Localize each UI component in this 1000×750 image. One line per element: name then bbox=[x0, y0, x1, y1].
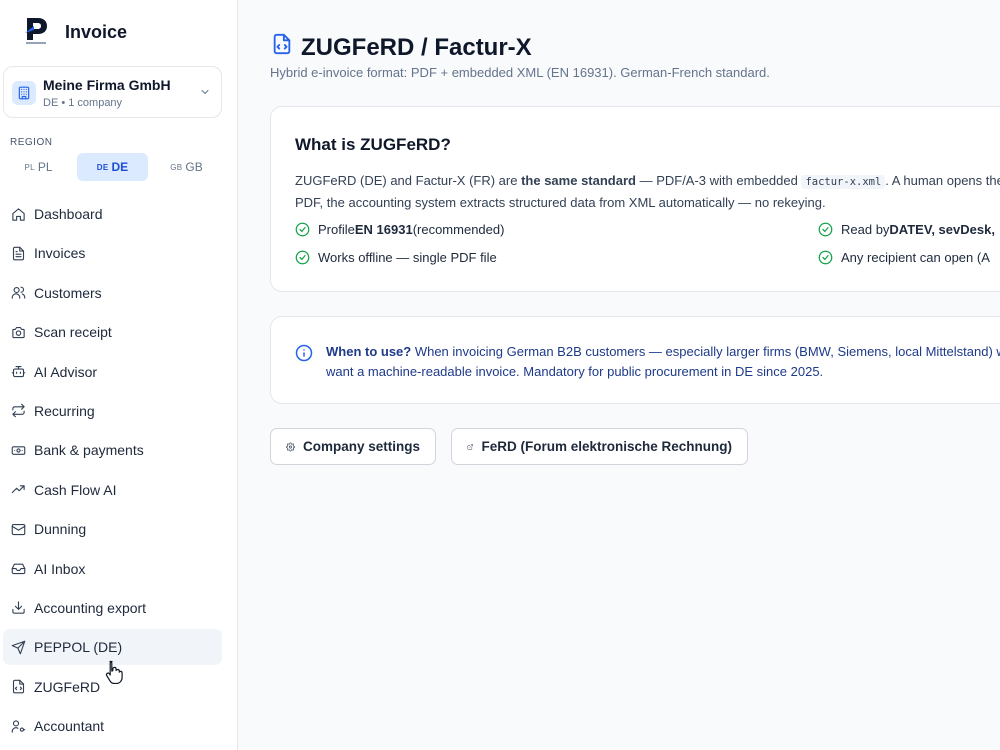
mail-icon bbox=[10, 521, 26, 537]
sidebar-item-label: Accountant bbox=[34, 718, 105, 735]
region-option-pl[interactable]: PL PL bbox=[3, 153, 74, 181]
sidebar-item-label: Dashboard bbox=[34, 206, 103, 222]
pointer-hand-cursor-icon bbox=[105, 660, 123, 684]
when-to-use-callout: When to use? When invoicing German B2B c… bbox=[270, 316, 1000, 404]
company-meta: DE • 1 company bbox=[43, 97, 123, 109]
sidebar-item-accountant[interactable]: Accountant bbox=[3, 708, 222, 744]
feature-item: Read by DATEV, sevDesk, bbox=[818, 222, 995, 237]
check-circle-icon bbox=[295, 222, 310, 237]
main-content: ZUGFeRD / Factur-X Hybrid e-invoice form… bbox=[238, 0, 1000, 750]
inbox-icon bbox=[10, 561, 26, 577]
ferd-external-link-button[interactable]: FeRD (Forum elektronische Rechnung) bbox=[451, 428, 748, 465]
sidebar-item-customers[interactable]: Customers bbox=[3, 275, 222, 311]
bot-icon bbox=[10, 364, 26, 380]
download-icon bbox=[10, 600, 26, 616]
sidebar-item-label: Invoices bbox=[34, 245, 86, 262]
sidebar-item-dashboard[interactable]: Dashboard bbox=[3, 196, 222, 232]
what-is-card: What is ZUGFeRD? ZUGFeRD (DE) and Factur… bbox=[270, 106, 1000, 292]
sidebar-item-label: Recurring bbox=[34, 402, 95, 419]
card-description: ZUGFeRD (DE) and Factur-X (FR) are the s… bbox=[295, 173, 1000, 210]
sidebar-item-ai-advisor[interactable]: AI Advisor bbox=[3, 354, 222, 390]
sidebar-item-label: AI Inbox bbox=[34, 560, 86, 577]
sidebar-item-label: Accounting export bbox=[34, 599, 147, 616]
info-icon bbox=[295, 344, 313, 362]
file-code-icon bbox=[10, 679, 26, 695]
send-icon bbox=[10, 639, 26, 655]
repeat-icon bbox=[10, 403, 26, 419]
sidebar-item-label: PEPPOL (DE) bbox=[34, 639, 123, 656]
camera-icon bbox=[10, 324, 26, 340]
inline-code: factur-x.xml bbox=[801, 175, 886, 189]
callout-text: When to use? When invoicing German B2B c… bbox=[326, 344, 1000, 379]
region-option-gb[interactable]: GB GB bbox=[151, 153, 222, 181]
check-circle-icon bbox=[818, 222, 833, 237]
sidebar-item-label: ZUGFeRD bbox=[34, 678, 101, 695]
region-switcher: PL PL DE DE GB GB bbox=[3, 153, 222, 181]
sidebar-item-label: AI Advisor bbox=[34, 363, 98, 380]
gear-icon bbox=[286, 442, 295, 451]
company-switcher[interactable]: Meine Firma GmbH DE • 1 company bbox=[3, 66, 222, 118]
check-circle-icon bbox=[818, 250, 833, 265]
external-link-icon bbox=[467, 443, 473, 450]
sidebar-item-label: Customers bbox=[34, 284, 102, 301]
app-title: Invoice bbox=[65, 22, 128, 42]
sidebar-item-accounting-export[interactable]: Accounting export bbox=[3, 590, 222, 626]
banknote-icon bbox=[10, 442, 26, 458]
home-icon bbox=[10, 206, 26, 222]
sidebar-item-bank-payments[interactable]: Bank & payments bbox=[3, 432, 222, 468]
chevron-down-icon bbox=[201, 90, 209, 94]
check-circle-icon bbox=[295, 250, 310, 265]
sidebar-item-label: Bank & payments bbox=[34, 442, 144, 459]
feature-item: Any recipient can open (A bbox=[818, 250, 990, 265]
building-icon bbox=[12, 81, 36, 105]
brand[interactable]: Invoice bbox=[22, 16, 127, 46]
feature-item: Works offline — single PDF file bbox=[295, 250, 497, 265]
sidebar-item-recurring[interactable]: Recurring bbox=[3, 393, 222, 429]
company-name: Meine Firma GmbH bbox=[43, 77, 171, 93]
sidebar-item-ai-inbox[interactable]: AI Inbox bbox=[3, 551, 222, 587]
sidebar-item-label: Dunning bbox=[34, 521, 87, 538]
file-code-icon bbox=[273, 33, 291, 55]
file-text-icon bbox=[10, 245, 26, 261]
user-key-icon bbox=[10, 718, 26, 734]
region-label: REGION bbox=[10, 137, 53, 148]
sidebar-item-invoices[interactable]: Invoices bbox=[3, 235, 222, 271]
page-title: ZUGFeRD / Factur-X bbox=[301, 34, 532, 61]
sidebar-item-label: Cash Flow AI bbox=[34, 481, 117, 498]
sidebar-item-scan-receipt[interactable]: Scan receipt bbox=[3, 314, 222, 350]
trending-up-icon bbox=[10, 482, 26, 498]
sidebar-item-dunning[interactable]: Dunning bbox=[3, 511, 222, 547]
sidebar: Invoice Meine Firma GmbH DE • 1 company … bbox=[0, 0, 238, 750]
users-icon bbox=[10, 285, 26, 301]
feature-item: Profile EN 16931 (recommended) bbox=[295, 222, 504, 237]
page-subtitle: Hybrid e-invoice format: PDF + embedded … bbox=[270, 65, 770, 80]
card-heading: What is ZUGFeRD? bbox=[295, 135, 451, 154]
company-settings-button[interactable]: Company settings bbox=[270, 428, 436, 465]
region-option-de[interactable]: DE DE bbox=[77, 153, 148, 181]
sidebar-item-cash-flow-ai[interactable]: Cash Flow AI bbox=[3, 472, 222, 508]
app-logo-icon bbox=[25, 18, 47, 44]
sidebar-item-label: Scan receipt bbox=[34, 324, 112, 341]
